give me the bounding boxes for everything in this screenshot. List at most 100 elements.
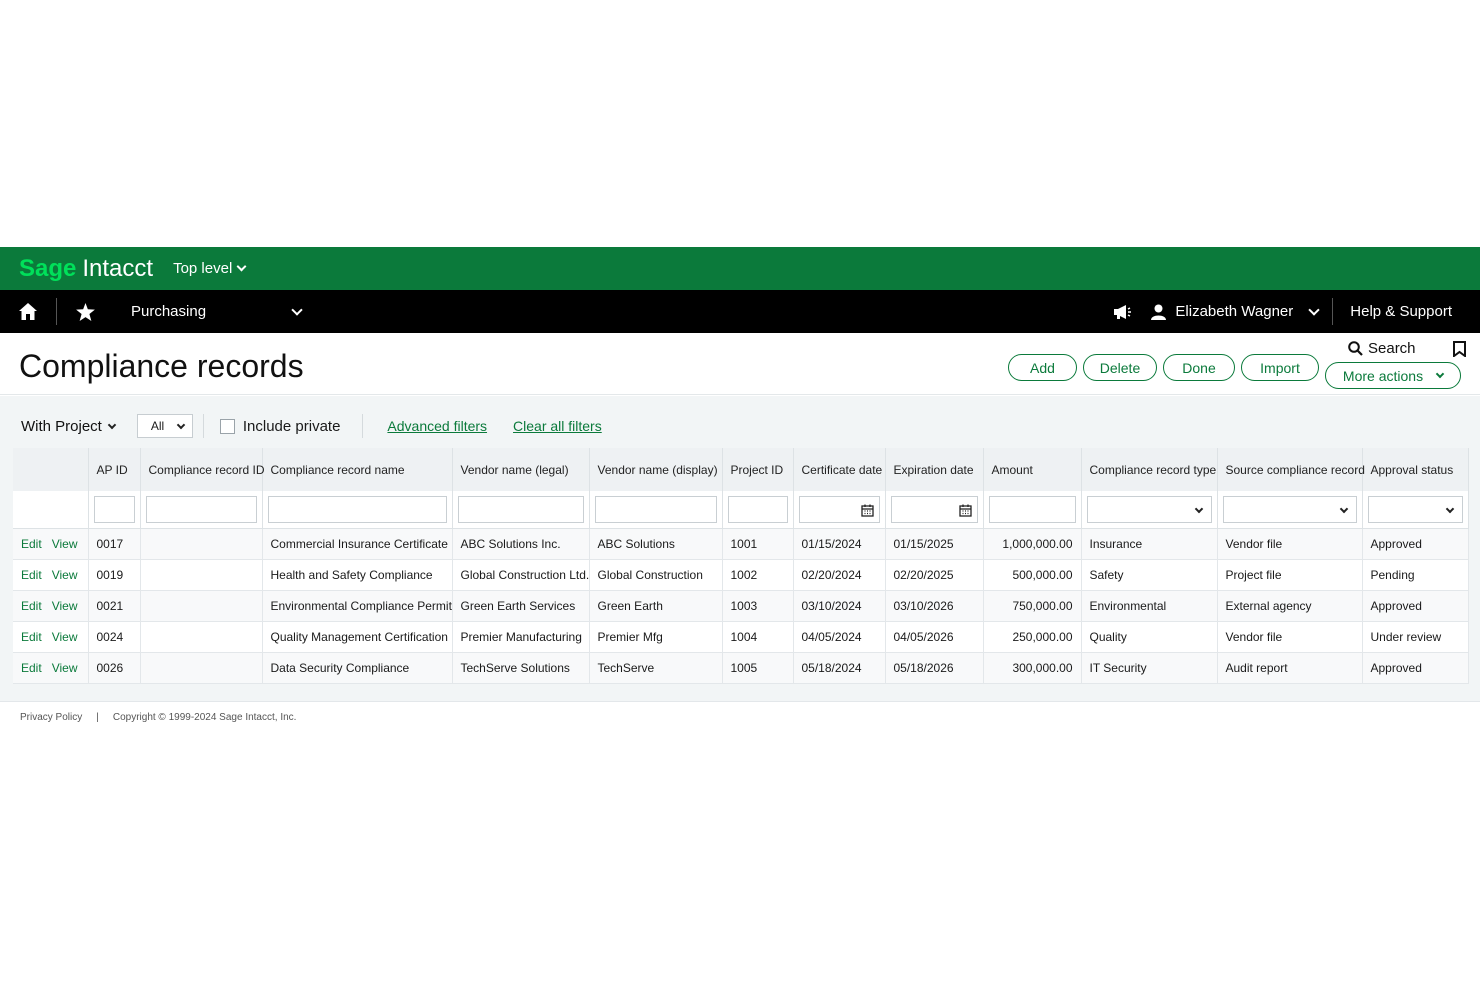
column-header[interactable]: Project ID xyxy=(722,448,794,491)
project-filter-dropdown[interactable]: With Project xyxy=(21,417,117,435)
delete-button[interactable]: Delete xyxy=(1083,354,1157,381)
source-record-filter-select[interactable] xyxy=(1222,495,1357,523)
record-type-filter-select[interactable] xyxy=(1086,495,1212,523)
filter-cell xyxy=(1081,491,1218,529)
view-link[interactable]: View xyxy=(52,537,78,551)
import-button[interactable]: Import xyxy=(1241,354,1319,381)
bookmark-button[interactable] xyxy=(1453,341,1466,362)
ap-id-filter-input[interactable] xyxy=(93,495,135,523)
record-name-filter-input[interactable] xyxy=(267,495,447,523)
include-private-label: Include private xyxy=(242,417,341,435)
calendar-icon[interactable] xyxy=(958,504,972,517)
project-id-filter-input[interactable] xyxy=(727,495,788,523)
table-cell: Audit report xyxy=(1217,652,1363,684)
logo-intacct: Intacct xyxy=(82,254,154,282)
column-header[interactable]: Expiration date xyxy=(885,448,984,491)
view-link[interactable]: View xyxy=(52,630,78,644)
expiration-date-filter-input[interactable] xyxy=(890,495,978,523)
column-header[interactable]: Compliance record type xyxy=(1081,448,1218,491)
vendor-display-filter-input[interactable] xyxy=(594,495,717,523)
edit-link[interactable]: Edit xyxy=(21,537,42,551)
filter-divider xyxy=(202,414,204,438)
home-button[interactable] xyxy=(0,290,56,333)
table-cell: Approved xyxy=(1362,652,1469,684)
privacy-policy-link[interactable]: Privacy Policy xyxy=(20,712,82,723)
column-header[interactable]: Vendor name (display) xyxy=(589,448,723,491)
chevron-down-icon xyxy=(107,420,117,429)
sage-intacct-logo[interactable]: Sage Intacct xyxy=(19,255,153,283)
filter-cell xyxy=(722,491,794,529)
column-header[interactable]: Source compliance record xyxy=(1217,448,1365,491)
table-cell: Data Security Compliance xyxy=(262,652,453,684)
table-cell: Project file xyxy=(1217,559,1363,591)
done-button[interactable]: Done xyxy=(1163,354,1235,381)
row-actions-cell: Edit View xyxy=(13,559,89,591)
module-label: Purchasing xyxy=(131,303,207,320)
edit-link[interactable]: Edit xyxy=(21,661,42,675)
nav-right-group: Elizabeth Wagner Help & Support xyxy=(1113,290,1480,333)
include-private-checkbox[interactable] xyxy=(219,418,235,434)
table-row[interactable]: Edit View 0019 Health and Safety Compliance… xyxy=(13,559,1469,591)
table-cell: 0026 xyxy=(88,652,141,684)
chevron-down-icon xyxy=(176,420,186,429)
clear-all-filters-link[interactable]: Clear all filters xyxy=(513,418,602,434)
help-support-link[interactable]: Help & Support xyxy=(1350,303,1452,320)
column-header[interactable]: Approval status xyxy=(1362,448,1469,491)
compliance-records-table: AP ID Compliance record ID Compliance reco… xyxy=(13,448,1469,684)
chevron-down-icon xyxy=(291,303,303,316)
add-button[interactable]: Add xyxy=(1008,354,1077,381)
table-row[interactable]: Edit View 0021 Environmental Compliance Per… xyxy=(13,590,1469,622)
page-header: Compliance records Add Delete Done Impor… xyxy=(0,333,1480,395)
table-cell: ABC Solutions xyxy=(589,528,723,560)
table-cell: 0024 xyxy=(88,621,141,653)
search-button[interactable]: Search xyxy=(1348,340,1416,357)
table-row[interactable]: Edit View 0024 Quality Management Certifica… xyxy=(13,621,1469,653)
column-header[interactable]: Compliance record ID xyxy=(140,448,265,491)
column-filter-row xyxy=(13,491,1469,529)
advanced-filters-link[interactable]: Advanced filters xyxy=(387,418,487,434)
calendar-icon[interactable] xyxy=(860,504,874,517)
table-row[interactable]: Edit View 0017 Commercial Insurance Certifi… xyxy=(13,528,1469,560)
column-header[interactable]: Amount xyxy=(983,448,1082,491)
row-actions-cell: Edit View xyxy=(13,621,89,653)
project-filter-label: With Project xyxy=(21,417,102,435)
filter-cell xyxy=(452,491,590,529)
table-cell: TechServe xyxy=(589,652,723,684)
edit-link[interactable]: Edit xyxy=(21,568,42,582)
table-cell: 04/05/2026 xyxy=(885,621,984,653)
user-menu[interactable]: Elizabeth Wagner xyxy=(1151,303,1320,320)
view-link[interactable]: View xyxy=(52,661,78,675)
table-row[interactable]: Edit View 0026 Data Security Compliance Tech… xyxy=(13,652,1469,684)
all-select[interactable]: All xyxy=(136,414,193,438)
view-link[interactable]: View xyxy=(52,568,78,582)
module-selector[interactable]: Purchasing xyxy=(131,303,311,320)
table-cell: Premier Mfg xyxy=(589,621,723,653)
record-id-filter-input[interactable] xyxy=(145,495,257,523)
megaphone-icon xyxy=(1114,304,1132,319)
table-cell: 1004 xyxy=(722,621,794,653)
amount-filter-input[interactable] xyxy=(988,495,1076,523)
table-cell: Approved xyxy=(1362,590,1469,622)
filter-cell xyxy=(983,491,1082,529)
row-actions-cell: Edit View xyxy=(13,590,89,622)
column-header[interactable]: AP ID xyxy=(88,448,141,491)
announcements-button[interactable] xyxy=(1113,304,1132,320)
more-actions-button[interactable]: More actions xyxy=(1325,362,1461,389)
view-link[interactable]: View xyxy=(52,599,78,613)
column-header[interactable]: Vendor name (legal) xyxy=(452,448,590,491)
table-cell: Approved xyxy=(1362,528,1469,560)
chevron-down-icon xyxy=(236,261,247,272)
table-cell: Vendor file xyxy=(1217,621,1363,653)
favorites-button[interactable] xyxy=(57,290,113,333)
column-header[interactable]: Certificate date xyxy=(793,448,886,491)
level-selector[interactable]: Top level xyxy=(173,260,247,277)
certificate-date-filter-input[interactable] xyxy=(798,495,880,523)
column-header[interactable]: Compliance record name xyxy=(262,448,453,491)
vendor-legal-filter-input[interactable] xyxy=(457,495,584,523)
filter-cell xyxy=(885,491,984,529)
edit-link[interactable]: Edit xyxy=(21,630,42,644)
edit-link[interactable]: Edit xyxy=(21,599,42,613)
user-icon xyxy=(1151,304,1167,320)
row-actions-cell: Edit View xyxy=(13,652,89,684)
approval-status-filter-select[interactable] xyxy=(1367,495,1463,523)
